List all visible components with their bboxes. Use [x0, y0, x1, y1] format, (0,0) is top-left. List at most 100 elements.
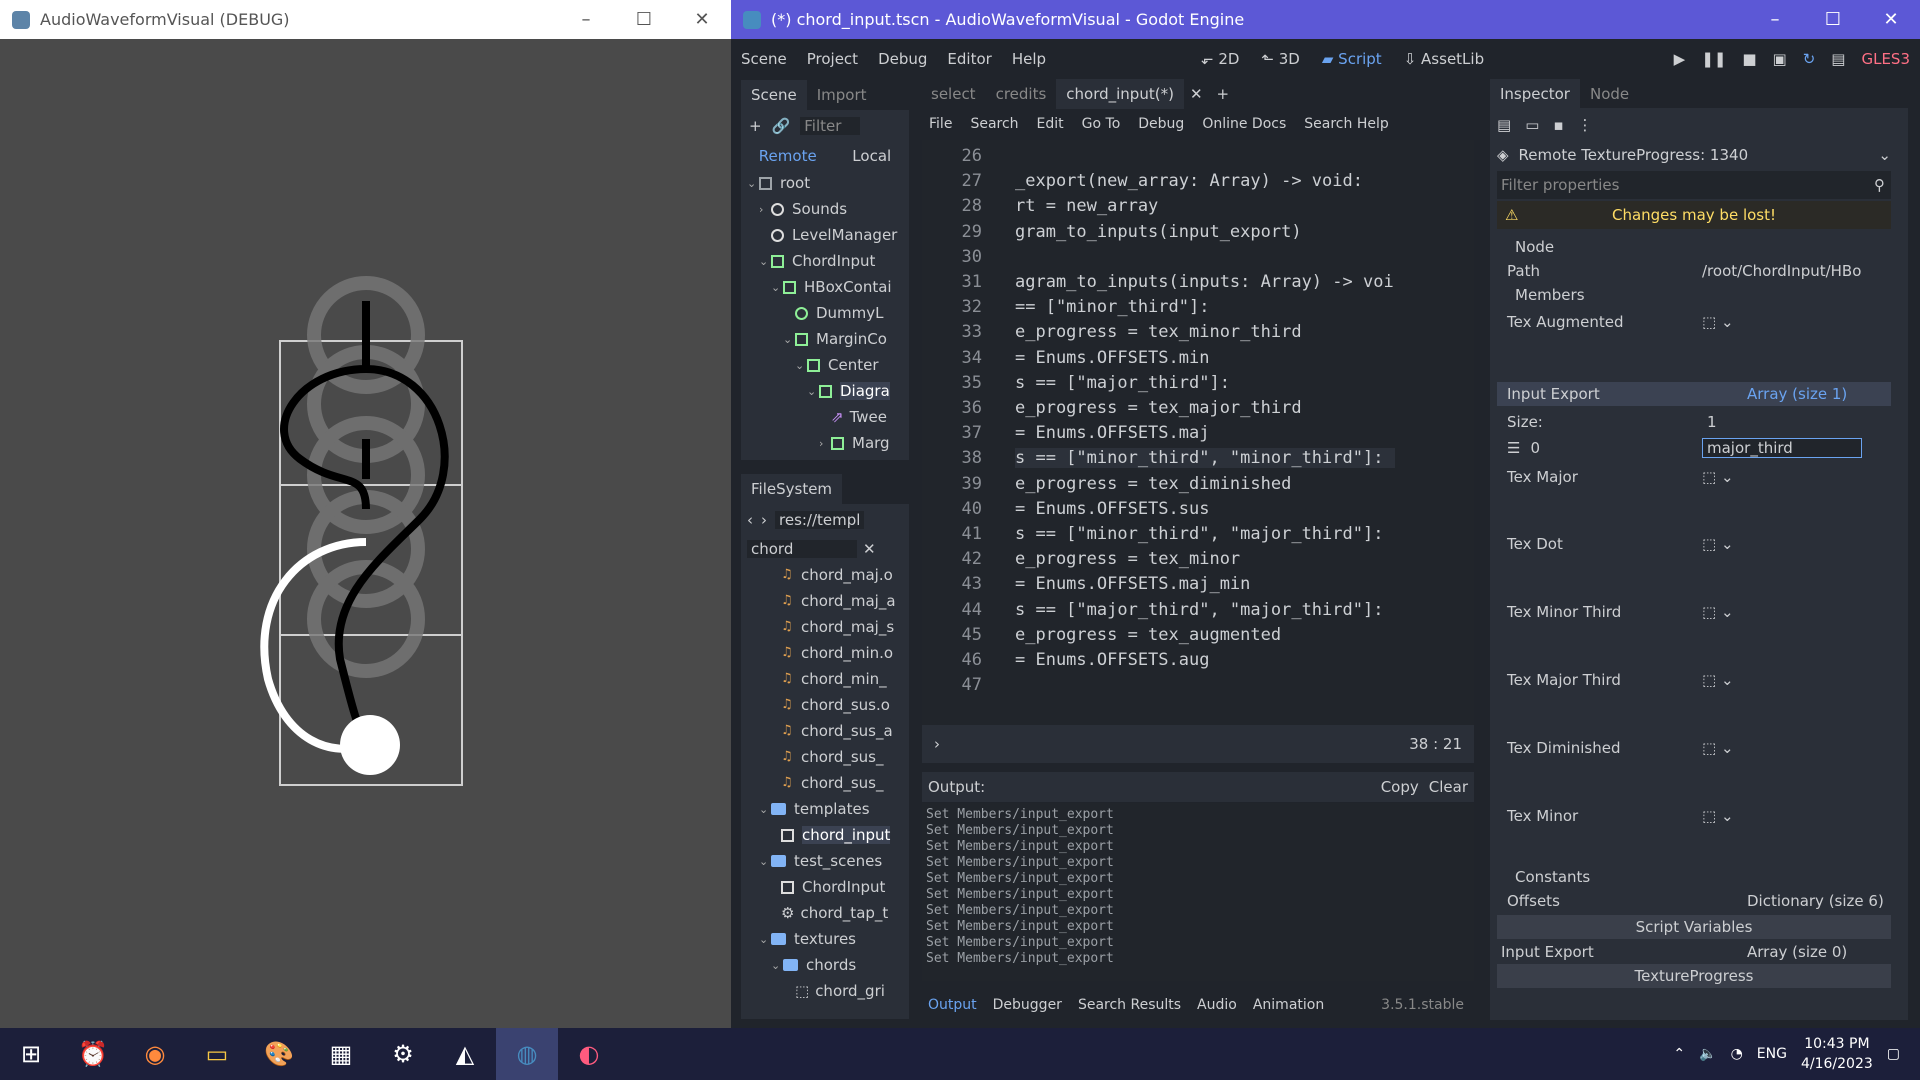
- tab-chord-input[interactable]: chord_input(*): [1056, 79, 1184, 109]
- folder-item[interactable]: ⌄ templates: [741, 796, 909, 822]
- forward-icon[interactable]: ›: [761, 511, 767, 529]
- filter-input[interactable]: Filter properties: [1501, 176, 1619, 194]
- code-line[interactable]: = Enums.OFFSETS.maj_min: [1015, 574, 1250, 594]
- new-resource-icon[interactable]: ▤: [1497, 116, 1511, 134]
- texture-preview-icon[interactable]: ⬚ ⌄: [1702, 807, 1734, 825]
- back-icon[interactable]: ‹: [747, 511, 753, 529]
- stop-icon[interactable]: ■: [1742, 50, 1756, 68]
- size-value[interactable]: 1: [1707, 413, 1717, 431]
- code-line[interactable]: s == ["minor_third", "minor_third"]:: [1015, 448, 1395, 469]
- file-item[interactable]: ♫ chord_maj_a: [741, 588, 909, 614]
- alarm-clock-icon[interactable]: ⏰: [62, 1028, 124, 1080]
- pause-icon[interactable]: ❚❚: [1701, 50, 1726, 68]
- code-line[interactable]: s == ["major_third"]:: [1015, 373, 1230, 393]
- script-menu-file[interactable]: File: [929, 116, 952, 132]
- tab-scene[interactable]: Scene: [741, 80, 807, 110]
- code-line[interactable]: e_progress = tex_minor_third: [1015, 322, 1302, 342]
- code-line[interactable]: e_progress = tex_minor: [1015, 549, 1240, 569]
- path-field[interactable]: res://templ: [775, 511, 865, 529]
- code-line[interactable]: = Enums.OFFSETS.aug: [1015, 650, 1209, 670]
- texture-preview-icon[interactable]: ⬚ ⌄: [1702, 535, 1734, 553]
- code-line[interactable]: _export(new_array: Array) -> void:: [1015, 171, 1363, 191]
- drag-handle-icon[interactable]: ☰: [1507, 439, 1520, 457]
- code-line[interactable]: = Enums.OFFSETS.sus: [1015, 499, 1209, 519]
- remote-tab[interactable]: Remote: [759, 147, 817, 165]
- filter-input[interactable]: Filter: [800, 117, 861, 135]
- script-variables-header[interactable]: Script Variables: [1497, 915, 1891, 939]
- tab-debugger[interactable]: Debugger: [993, 997, 1062, 1013]
- tab-node[interactable]: Node: [1580, 79, 1639, 109]
- file-item[interactable]: ♫ chord_min.o: [741, 640, 909, 666]
- more-icon[interactable]: ⋮: [1578, 116, 1593, 134]
- minimize-icon[interactable]: –: [1746, 9, 1804, 30]
- texture-preview-icon[interactable]: ⬚ ⌄: [1702, 603, 1734, 621]
- maximize-icon[interactable]: ☐: [615, 9, 673, 30]
- tab-credits[interactable]: credits: [986, 79, 1057, 109]
- krita-icon[interactable]: ◭: [434, 1028, 496, 1080]
- settings-icon[interactable]: ⚙: [372, 1028, 434, 1080]
- script-menu-edit[interactable]: Edit: [1037, 116, 1064, 132]
- code-line[interactable]: == ["minor_third"]:: [1015, 297, 1209, 317]
- menu-help[interactable]: Help: [1002, 50, 1056, 68]
- play-custom-icon[interactable]: ▤: [1831, 50, 1845, 68]
- local-tab[interactable]: Local: [852, 147, 891, 165]
- tab-animation[interactable]: Animation: [1253, 997, 1324, 1013]
- texture-preview-icon[interactable]: ⬚ ⌄: [1702, 739, 1734, 757]
- file-item[interactable]: ♫ chord_min_: [741, 666, 909, 692]
- close-icon[interactable]: ✕: [673, 9, 731, 30]
- notification-icon[interactable]: ▢: [1887, 1046, 1900, 1062]
- path-value[interactable]: /root/ChordInput/HBo: [1702, 262, 1861, 280]
- menu-debug[interactable]: Debug: [868, 50, 937, 68]
- workspace-2d[interactable]: ⬐ 2D: [1201, 50, 1239, 68]
- menu-scene[interactable]: Scene: [731, 50, 797, 68]
- tree-item[interactable]: DummyL: [741, 300, 909, 326]
- firefox-icon[interactable]: ◉: [124, 1028, 186, 1080]
- debug-titlebar[interactable]: AudioWaveformVisual (DEBUG) – ☐ ✕: [0, 0, 731, 39]
- code-line[interactable]: s == ["major_third", "major_third"]:: [1015, 600, 1383, 620]
- code-line[interactable]: agram_to_inputs(inputs: Array) -> voi: [1015, 272, 1394, 292]
- tab-output[interactable]: Output: [928, 997, 977, 1013]
- file-item[interactable]: ChordInput: [741, 874, 909, 900]
- code-line[interactable]: gram_to_inputs(input_export): [1015, 222, 1302, 242]
- code-line[interactable]: = Enums.OFFSETS.min: [1015, 348, 1209, 368]
- play-icon[interactable]: ▶: [1674, 50, 1686, 68]
- menu-project[interactable]: Project: [797, 50, 868, 68]
- script-menu-debug[interactable]: Debug: [1138, 116, 1184, 132]
- file-item[interactable]: ⬚ chord_gri: [741, 978, 909, 1004]
- code-line[interactable]: s == ["minor_third", "major_third"]:: [1015, 524, 1383, 544]
- tab-audio[interactable]: Audio: [1197, 997, 1237, 1013]
- file-item[interactable]: ♫ chord_sus.o: [741, 692, 909, 718]
- offsets-value[interactable]: Dictionary (size 6): [1747, 892, 1884, 910]
- new-tab-icon[interactable]: +: [1217, 85, 1230, 103]
- code-line[interactable]: rt = new_array: [1015, 196, 1158, 216]
- tree-item[interactable]: ⌄ HBoxContai: [741, 274, 909, 300]
- tree-item[interactable]: LevelManager: [741, 222, 909, 248]
- file-item[interactable]: ♫ chord_sus_: [741, 770, 909, 796]
- search-help-button[interactable]: Search Help: [1304, 116, 1388, 132]
- texture-preview-icon[interactable]: ⬚ ⌄: [1702, 468, 1734, 486]
- tree-item-root[interactable]: ⌄ root: [741, 170, 909, 196]
- open-folder-icon[interactable]: ▭: [1525, 116, 1539, 134]
- tree-item[interactable]: › Sounds: [741, 196, 909, 222]
- workspace-script[interactable]: ▰ Script: [1322, 50, 1382, 68]
- file-item[interactable]: ♫ chord_sus_a: [741, 718, 909, 744]
- close-icon[interactable]: ✕: [1862, 9, 1920, 30]
- clear-button[interactable]: Clear: [1429, 778, 1468, 796]
- tree-item[interactable]: ⇗ Twee: [741, 404, 909, 430]
- add-node-icon[interactable]: +: [749, 117, 762, 135]
- minimize-icon[interactable]: –: [557, 9, 615, 30]
- clear-icon[interactable]: ✕: [863, 540, 876, 558]
- reload-icon[interactable]: ↻: [1803, 50, 1816, 68]
- texture-preview-icon[interactable]: ⬚ ⌄: [1702, 313, 1734, 331]
- link-icon[interactable]: 🔗: [772, 117, 791, 135]
- workspace-3d[interactable]: ⬑ 3D: [1261, 50, 1299, 68]
- file-item[interactable]: ♫ chord_maj.o: [741, 562, 909, 588]
- tab-search-results[interactable]: Search Results: [1078, 997, 1181, 1013]
- file-item[interactable]: chord_input: [741, 822, 909, 848]
- code-line[interactable]: = Enums.OFFSETS.maj: [1015, 423, 1209, 443]
- menu-editor[interactable]: Editor: [937, 50, 1001, 68]
- play-scene-icon[interactable]: ▣: [1773, 50, 1787, 68]
- calculator-icon[interactable]: ▦: [310, 1028, 372, 1080]
- save-icon[interactable]: ▪: [1553, 116, 1563, 134]
- file-item[interactable]: ♫ chord_sus_: [741, 744, 909, 770]
